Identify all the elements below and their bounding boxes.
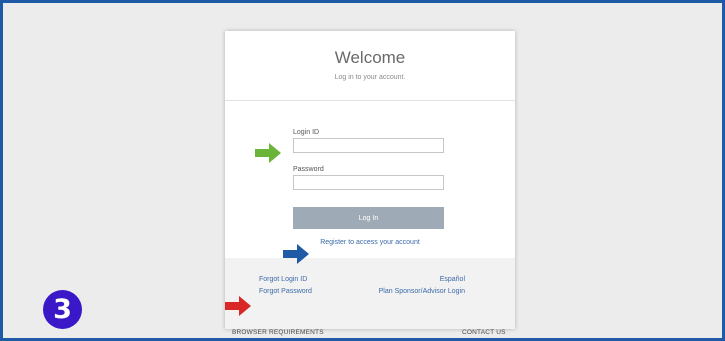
contact-us-link[interactable]: CONTACT US bbox=[462, 329, 506, 336]
screenshot-frame: Welcome Log in to your account. Login ID… bbox=[0, 0, 725, 341]
register-link[interactable]: Register to access your account bbox=[225, 239, 515, 246]
browser-requirements-link[interactable]: BROWSER REQUIREMENTS bbox=[232, 329, 324, 336]
login-id-input[interactable] bbox=[293, 138, 444, 153]
espanol-link[interactable]: Español bbox=[440, 276, 465, 283]
login-id-label: Login ID bbox=[293, 129, 320, 136]
password-label: Password bbox=[293, 166, 324, 173]
forgot-password-link[interactable]: Forgot Password bbox=[259, 288, 312, 295]
page-subtitle: Log in to your account. bbox=[334, 74, 406, 81]
green-arrow-icon bbox=[255, 143, 281, 163]
red-arrow-icon bbox=[225, 296, 251, 316]
login-button[interactable]: Log In bbox=[293, 207, 444, 229]
page-title: Welcome bbox=[334, 48, 406, 67]
step-number-badge: 3 bbox=[43, 290, 82, 329]
login-card: Welcome Log in to your account. Login ID… bbox=[225, 31, 515, 329]
card-header: Welcome Log in to your account. bbox=[225, 31, 515, 101]
card-footer: Forgot Login ID Forgot Password Español … bbox=[225, 258, 515, 329]
blue-arrow-icon bbox=[283, 244, 309, 264]
forgot-login-id-link[interactable]: Forgot Login ID bbox=[259, 276, 307, 283]
plan-sponsor-login-link[interactable]: Plan Sponsor/Advisor Login bbox=[379, 288, 465, 295]
password-input[interactable] bbox=[293, 175, 444, 190]
